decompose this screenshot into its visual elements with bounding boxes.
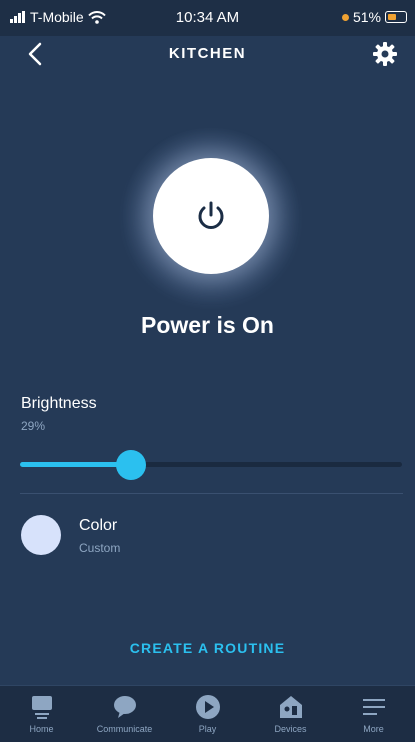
status-right: 51% (341, 9, 407, 25)
power-status: Power is On (141, 312, 274, 338)
slider-thumb[interactable] (116, 450, 146, 480)
color-label: Color (79, 517, 118, 534)
play-icon (195, 694, 221, 720)
color-row[interactable]: Color Custom (0, 505, 415, 565)
create-routine-link[interactable]: CREATE A ROUTINE (0, 640, 415, 656)
brightness-value: 29% (21, 419, 46, 433)
nav-item-more[interactable]: More (332, 686, 415, 742)
brightness-slider[interactable] (20, 450, 402, 480)
power-icon (198, 201, 224, 229)
menu-icon (361, 694, 387, 720)
chat-bubble-icon (112, 694, 138, 720)
devices-icon (278, 694, 304, 720)
power-button[interactable] (153, 158, 269, 274)
nav-item-devices[interactable]: Devices (249, 686, 332, 742)
brightness-label: Brightness (21, 395, 97, 412)
nav-label: Devices (274, 724, 307, 734)
battery-percent: 51% (352, 9, 381, 25)
color-swatch[interactable] (21, 515, 61, 555)
nav-label: Play (198, 724, 217, 734)
gear-icon (373, 42, 397, 66)
nav-label: More (363, 724, 384, 734)
bottom-nav: Home Communicate Play Devices More (0, 685, 415, 742)
nav-label: Communicate (96, 724, 153, 734)
low-power-dot-icon (341, 13, 349, 21)
nav-item-play[interactable]: Play (166, 686, 249, 742)
page-title: KITCHEN (168, 45, 247, 62)
home-icon (29, 694, 55, 720)
nav-label: Home (29, 724, 54, 734)
status-bar: T-Mobile 10:34 AM 51% (0, 0, 415, 36)
header: KITCHEN (0, 36, 415, 72)
color-value: Custom (79, 541, 121, 555)
divider (20, 493, 403, 494)
nav-item-home[interactable]: Home (0, 686, 83, 742)
battery-icon (385, 11, 407, 23)
slider-fill (20, 462, 131, 467)
nav-item-communicate[interactable]: Communicate (83, 686, 166, 742)
settings-button[interactable] (371, 40, 399, 68)
